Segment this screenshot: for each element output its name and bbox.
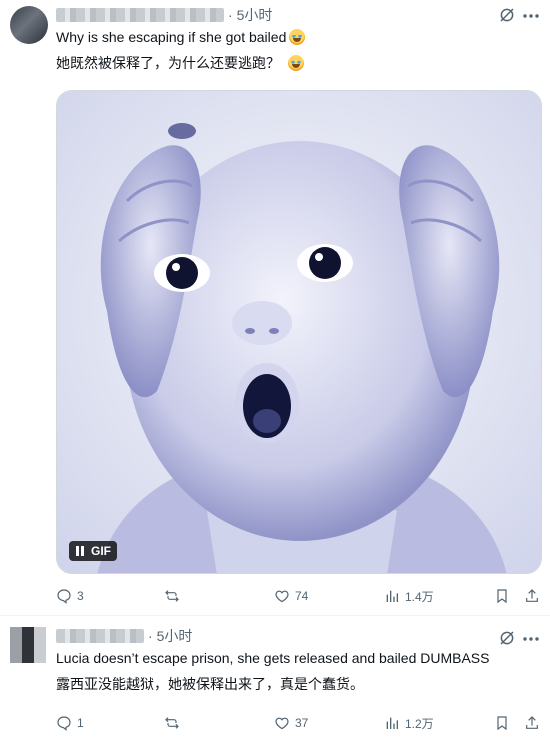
post-text-translation: 露西亚没能越狱，她被保释出来了，真是个蠢货。 xyxy=(56,676,364,692)
post[interactable]: · 5小时 Why is she escaping if she got bai… xyxy=(0,0,550,616)
reply-button[interactable]: 1 xyxy=(56,713,84,733)
like-count: 74 xyxy=(295,589,309,603)
gif-badge[interactable]: GIF xyxy=(69,541,117,561)
repost-button[interactable] xyxy=(164,713,185,733)
more-icon[interactable] xyxy=(522,14,540,18)
grok-icon[interactable] xyxy=(498,629,516,647)
reply-icon xyxy=(57,716,71,731)
views-button[interactable]: 1.4万 xyxy=(384,586,434,606)
action-bar: 1 37 1.2万 xyxy=(56,713,542,733)
bookmark-button[interactable] xyxy=(494,586,510,606)
views-icon xyxy=(386,590,398,602)
bookmark-icon xyxy=(497,589,507,604)
views-count: 1.2万 xyxy=(405,716,434,731)
post-text-english: Why is she escaping if she got bailed xyxy=(56,26,306,48)
reply-icon xyxy=(57,589,71,604)
share-button[interactable] xyxy=(524,713,540,733)
baby-gif-image xyxy=(57,91,541,573)
gif-media[interactable]: GIF xyxy=(56,90,542,574)
like-icon xyxy=(275,590,289,603)
bookmark-button[interactable] xyxy=(494,713,510,733)
views-button[interactable]: 1.2万 xyxy=(384,713,434,733)
repost-button[interactable] xyxy=(164,586,185,606)
timestamp[interactable]: · 5小时 xyxy=(228,5,272,25)
crying-face-emoji xyxy=(288,55,304,71)
repost-icon xyxy=(165,717,179,729)
reply-count: 3 xyxy=(77,589,84,603)
bookmark-icon xyxy=(497,716,507,731)
like-button[interactable]: 37 xyxy=(274,713,308,733)
crying-face-emoji xyxy=(289,29,306,45)
blurred-username[interactable] xyxy=(56,8,224,22)
like-icon xyxy=(275,717,289,730)
avatar[interactable] xyxy=(10,627,46,663)
grok-icon[interactable] xyxy=(498,6,516,24)
share-button[interactable] xyxy=(524,586,540,606)
gif-label: GIF xyxy=(91,544,111,558)
post[interactable]: · 5小时 Lucia doesn’t escape prison, she g… xyxy=(0,617,550,737)
post-text-translation: 她既然被保释了，为什么还要逃跑？ xyxy=(56,52,304,74)
pause-icon xyxy=(76,546,84,556)
like-button[interactable]: 74 xyxy=(274,586,308,606)
action-bar: 3 74 1.4万 xyxy=(56,586,542,606)
timestamp[interactable]: · 5小时 xyxy=(148,626,192,646)
like-count: 37 xyxy=(295,716,309,730)
post-header: · 5小时 xyxy=(56,627,192,645)
more-icon[interactable] xyxy=(522,637,540,641)
repost-icon xyxy=(165,590,179,602)
reply-button[interactable]: 3 xyxy=(56,586,84,606)
share-icon xyxy=(526,716,538,729)
views-icon xyxy=(386,717,398,729)
blurred-username[interactable] xyxy=(56,629,144,643)
views-count: 1.4万 xyxy=(405,589,434,604)
reply-count: 1 xyxy=(77,716,84,730)
post-header: · 5小时 xyxy=(56,6,272,24)
avatar[interactable] xyxy=(10,6,48,44)
share-icon xyxy=(526,589,538,602)
post-text-english: Lucia doesn’t escape prison, she gets re… xyxy=(56,650,490,666)
